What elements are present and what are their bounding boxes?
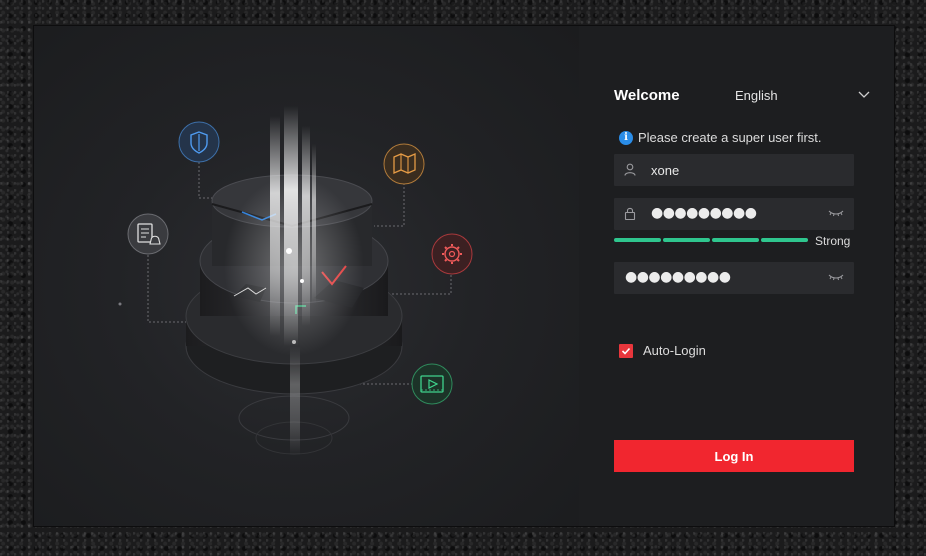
strength-segment (712, 238, 759, 242)
chevron-down-icon (858, 91, 870, 98)
username-value: xone (651, 163, 680, 178)
shield-icon (178, 121, 220, 163)
password-value: ●●●●●●●●● (651, 205, 757, 221)
language-value: English (735, 88, 778, 103)
eye-closed-icon[interactable] (828, 273, 844, 281)
map-icon (383, 143, 425, 185)
password-strength-bar (614, 238, 808, 242)
checkmark-icon (621, 347, 631, 355)
confirm-password-field[interactable]: ●●●●●●●●● (614, 262, 854, 294)
welcome-title: Welcome (614, 87, 680, 104)
login-window: Welcome English i Please create a super … (34, 26, 894, 526)
password-field[interactable]: ●●●●●●●●● (614, 198, 854, 230)
strength-segment (663, 238, 710, 242)
username-field[interactable]: xone (614, 154, 854, 186)
login-form: Welcome English i Please create a super … (579, 26, 894, 526)
illustration-panel (34, 26, 579, 526)
video-icon (411, 363, 453, 405)
eye-closed-icon[interactable] (828, 209, 844, 217)
gear-icon (431, 233, 473, 275)
confirm-password-value: ●●●●●●●●● (625, 269, 731, 285)
login-button[interactable]: Log In (614, 440, 854, 472)
lock-icon (624, 207, 636, 220)
auto-login-label: Auto-Login (643, 343, 706, 358)
hint-row: i Please create a super user first. (619, 130, 822, 145)
auto-login-checkbox[interactable] (619, 343, 633, 358)
user-icon (624, 163, 636, 176)
alarm-log-icon (127, 213, 169, 255)
hint-text: Please create a super user first. (638, 130, 822, 145)
language-select[interactable]: English (735, 86, 871, 106)
strength-segment (761, 238, 808, 242)
server-illustration (118, 106, 473, 456)
info-icon: i (619, 130, 633, 145)
auto-login-toggle[interactable]: Auto-Login (619, 343, 706, 358)
strength-segment (614, 238, 661, 242)
strength-label: Strong (815, 234, 851, 248)
